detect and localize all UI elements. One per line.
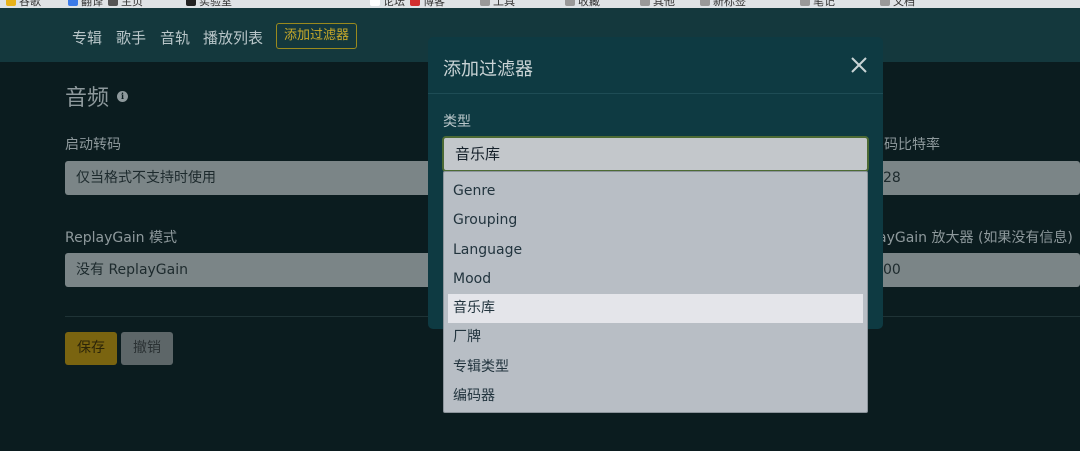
bookmark-bar: 谷歌 翻译 主页 实验室 论坛 博客 工具 收藏 其他 新标签 笔记 文档 [0, 0, 1080, 8]
bookmark-item[interactable]: 新标签 [700, 0, 746, 8]
bookmark-item[interactable]: 主页 [108, 0, 143, 8]
bookmark-label: 新标签 [713, 0, 746, 8]
dropdown-option[interactable]: Genre [444, 177, 867, 206]
bookmark-label: 工具 [493, 0, 515, 8]
dropdown-option[interactable]: Mood [444, 265, 867, 294]
bookmark-icon [410, 0, 420, 6]
bookmark-icon [68, 0, 78, 6]
bookmark-label: 论坛 [383, 0, 405, 8]
bookmark-item[interactable]: 工具 [480, 0, 515, 8]
transcode-label: 启动转码 [65, 137, 121, 153]
bookmark-label: 主页 [121, 0, 143, 8]
save-button[interactable]: 保存 [65, 332, 117, 365]
page-title: 音频 i [65, 80, 129, 112]
bookmark-label: 收藏 [578, 0, 600, 8]
page-title-text: 音频 [65, 86, 110, 111]
nav-link-albums[interactable]: 专辑 [72, 27, 102, 48]
replaygain-amp-label: ayGain 放大器 (如果没有信息) [878, 230, 1073, 246]
cancel-button[interactable]: 撤销 [121, 332, 173, 365]
close-icon[interactable] [848, 54, 870, 76]
type-dropdown-list: Genre Grouping Language Mood 音乐库 厂牌 专辑类型 编码器 [443, 171, 868, 413]
bookmark-item[interactable]: 论坛 [370, 0, 405, 8]
bookmark-icon [565, 0, 575, 6]
bookmark-label: 笔记 [813, 0, 835, 8]
info-icon[interactable]: i [117, 90, 129, 102]
bookmark-item[interactable]: 翻译 [68, 0, 103, 8]
bookmark-label: 文档 [893, 0, 915, 8]
bookmark-icon [640, 0, 650, 6]
bookmark-icon [370, 0, 380, 6]
bookmark-item[interactable]: 文档 [880, 0, 915, 8]
nav-link-artists[interactable]: 歌手 [116, 27, 146, 48]
bookmark-label: 翻译 [81, 0, 103, 8]
bookmark-label: 博客 [423, 0, 445, 8]
dropdown-option[interactable]: 专辑类型 [444, 353, 867, 382]
dropdown-option[interactable]: 编码器 [444, 382, 867, 411]
bitrate-field[interactable]: 28 [868, 161, 1080, 195]
bookmark-label: 其他 [653, 0, 675, 8]
bookmark-icon [480, 0, 490, 6]
nav-link-playlists[interactable]: 播放列表 [203, 27, 263, 48]
nav-link-tracks[interactable]: 音轨 [160, 27, 190, 48]
bookmark-item[interactable]: 收藏 [565, 0, 600, 8]
modal-title: 添加过滤器 [443, 59, 533, 80]
bookmark-item[interactable]: 谷歌 [6, 0, 41, 8]
bookmark-icon [108, 0, 118, 6]
bookmark-item[interactable]: 博客 [410, 0, 445, 8]
bookmark-icon [880, 0, 890, 6]
bookmark-icon [800, 0, 810, 6]
replaygain-amp-field[interactable]: 00 [868, 253, 1080, 287]
replaygain-mode-label: ReplayGain 模式 [65, 230, 177, 246]
type-label: 类型 [443, 114, 471, 130]
bookmark-label: 实验室 [199, 0, 232, 8]
dropdown-option[interactable]: 厂牌 [444, 323, 867, 352]
modal-header: 添加过滤器 [428, 37, 883, 94]
dropdown-option[interactable]: Language [444, 236, 867, 265]
replaygain-mode-select[interactable]: 没有 ReplayGain [65, 253, 445, 287]
dropdown-option[interactable]: Grouping [444, 206, 867, 235]
bookmark-icon [700, 0, 710, 6]
bookmark-icon [6, 0, 16, 6]
type-select[interactable]: 音乐库 [442, 136, 869, 172]
transcode-select[interactable]: 仅当格式不支持时使用 [65, 161, 445, 195]
bookmark-label: 谷歌 [19, 0, 41, 8]
dropdown-option[interactable]: 音乐库 [448, 294, 863, 324]
add-filter-button[interactable]: 添加过滤器 [276, 23, 358, 49]
bookmark-icon [186, 0, 196, 6]
bookmark-item[interactable]: 笔记 [800, 0, 835, 8]
bookmark-item[interactable]: 实验室 [186, 0, 232, 8]
bookmark-item[interactable]: 其他 [640, 0, 675, 8]
bitrate-label: 码比特率 [884, 137, 940, 153]
